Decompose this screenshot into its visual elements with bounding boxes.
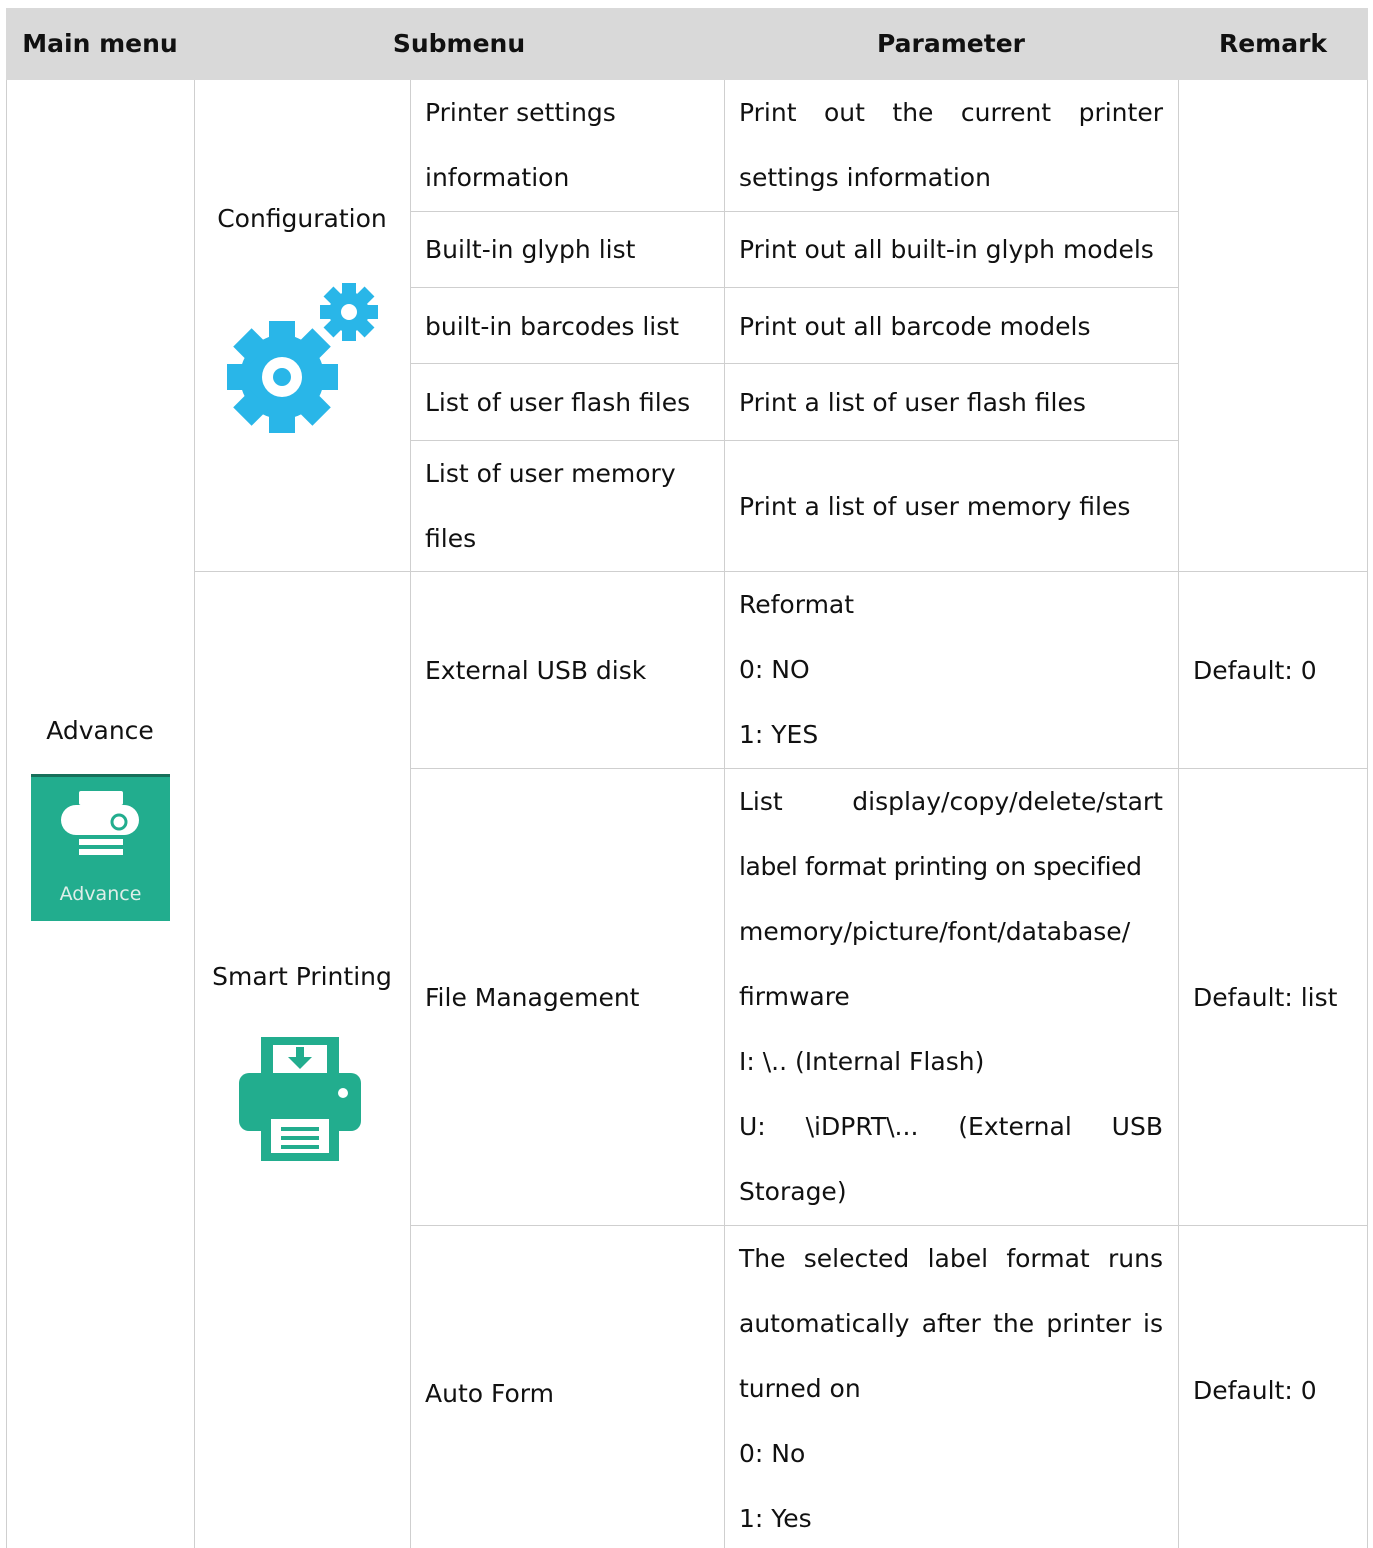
menu-table: Main menu Submenu Parameter Remark Advan… bbox=[6, 8, 1368, 1548]
parameter-text: U: \iDPRT\... (External USB bbox=[739, 1112, 1163, 1141]
header-submenu: Submenu bbox=[392, 29, 526, 58]
submenu-item: List of user flash files bbox=[425, 388, 691, 417]
grid-line bbox=[6, 80, 7, 1548]
grid-line bbox=[410, 363, 1178, 364]
parameter-text: Reformat bbox=[739, 590, 855, 619]
parameter-text: turned on bbox=[739, 1374, 861, 1403]
grid-line bbox=[410, 287, 1178, 288]
parameter-text: I: \.. (Internal Flash) bbox=[739, 1047, 985, 1076]
submenu-item: File Management bbox=[425, 983, 640, 1012]
grid-line bbox=[1367, 80, 1368, 1548]
table-cell: Reformat 0: NO 1: YES bbox=[739, 572, 1163, 767]
advance-icon-label: Advance bbox=[59, 883, 142, 905]
parameter-text: automatically after the printer is bbox=[739, 1309, 1163, 1338]
parameter-text: 1: YES bbox=[739, 720, 819, 749]
table-cell: Print out the current printer settings i… bbox=[739, 80, 1163, 210]
grid-line bbox=[724, 80, 725, 1548]
printer-download-icon bbox=[239, 1037, 361, 1161]
table-cell: Printer settings information bbox=[425, 80, 705, 210]
remark-text: Default: 0 bbox=[1193, 656, 1317, 685]
gears-icon bbox=[226, 282, 381, 434]
submenu-item: External USB disk bbox=[425, 656, 647, 685]
submenu-item: built-in barcodes list bbox=[425, 312, 680, 341]
parameter-text: Print out all barcode models bbox=[739, 312, 1091, 341]
grid-line bbox=[410, 80, 411, 1548]
submenu-item: Printer settings bbox=[425, 98, 616, 127]
parameter-text: Print out all built-in glyph models bbox=[739, 235, 1154, 264]
grid-line bbox=[194, 80, 195, 1548]
table-cell: List display/copy/delete/start label for… bbox=[739, 769, 1163, 1224]
grid-line bbox=[410, 211, 1178, 212]
main-menu-label: Advance bbox=[46, 716, 154, 745]
submenu-item: information bbox=[425, 163, 570, 192]
header-main-menu: Main menu bbox=[22, 29, 178, 58]
parameter-text: Print out the current printer bbox=[739, 98, 1163, 127]
parameter-text: memory/picture/font/database/ bbox=[739, 917, 1131, 946]
remark-text: Default: list bbox=[1193, 983, 1338, 1012]
parameter-text: firmware bbox=[739, 982, 850, 1011]
parameter-text: List display/copy/delete/start bbox=[739, 787, 1163, 816]
parameter-text: 0: No bbox=[739, 1439, 806, 1468]
parameter-text: settings information bbox=[739, 163, 991, 192]
submenu-item: files bbox=[425, 524, 477, 553]
submenu-item: Auto Form bbox=[425, 1379, 554, 1408]
advance-icon: Advance bbox=[31, 774, 170, 921]
submenu-item: List of user memory bbox=[425, 459, 676, 488]
submenu-item: Built-in glyph list bbox=[425, 235, 636, 264]
parameter-text: The selected label format runs bbox=[739, 1244, 1163, 1273]
parameter-text: 1: Yes bbox=[739, 1504, 812, 1533]
table-cell: List of user memory files bbox=[425, 441, 705, 571]
remark-text: Default: 0 bbox=[1193, 1376, 1317, 1405]
parameter-text: label format printing on specified bbox=[739, 852, 1142, 881]
table-cell: The selected label format runs automatic… bbox=[739, 1226, 1163, 1548]
grid-line bbox=[1178, 80, 1179, 1548]
parameter-text: Print a list of user flash files bbox=[739, 388, 1086, 417]
submenu-configuration: Configuration bbox=[217, 204, 387, 233]
parameter-text: 0: NO bbox=[739, 655, 810, 684]
header-parameter: Parameter bbox=[877, 29, 1025, 58]
submenu-smart-printing: Smart Printing bbox=[212, 962, 392, 991]
header-remark: Remark bbox=[1218, 29, 1328, 58]
parameter-text: Storage) bbox=[739, 1177, 847, 1206]
parameter-text: Print a list of user memory files bbox=[739, 492, 1131, 521]
